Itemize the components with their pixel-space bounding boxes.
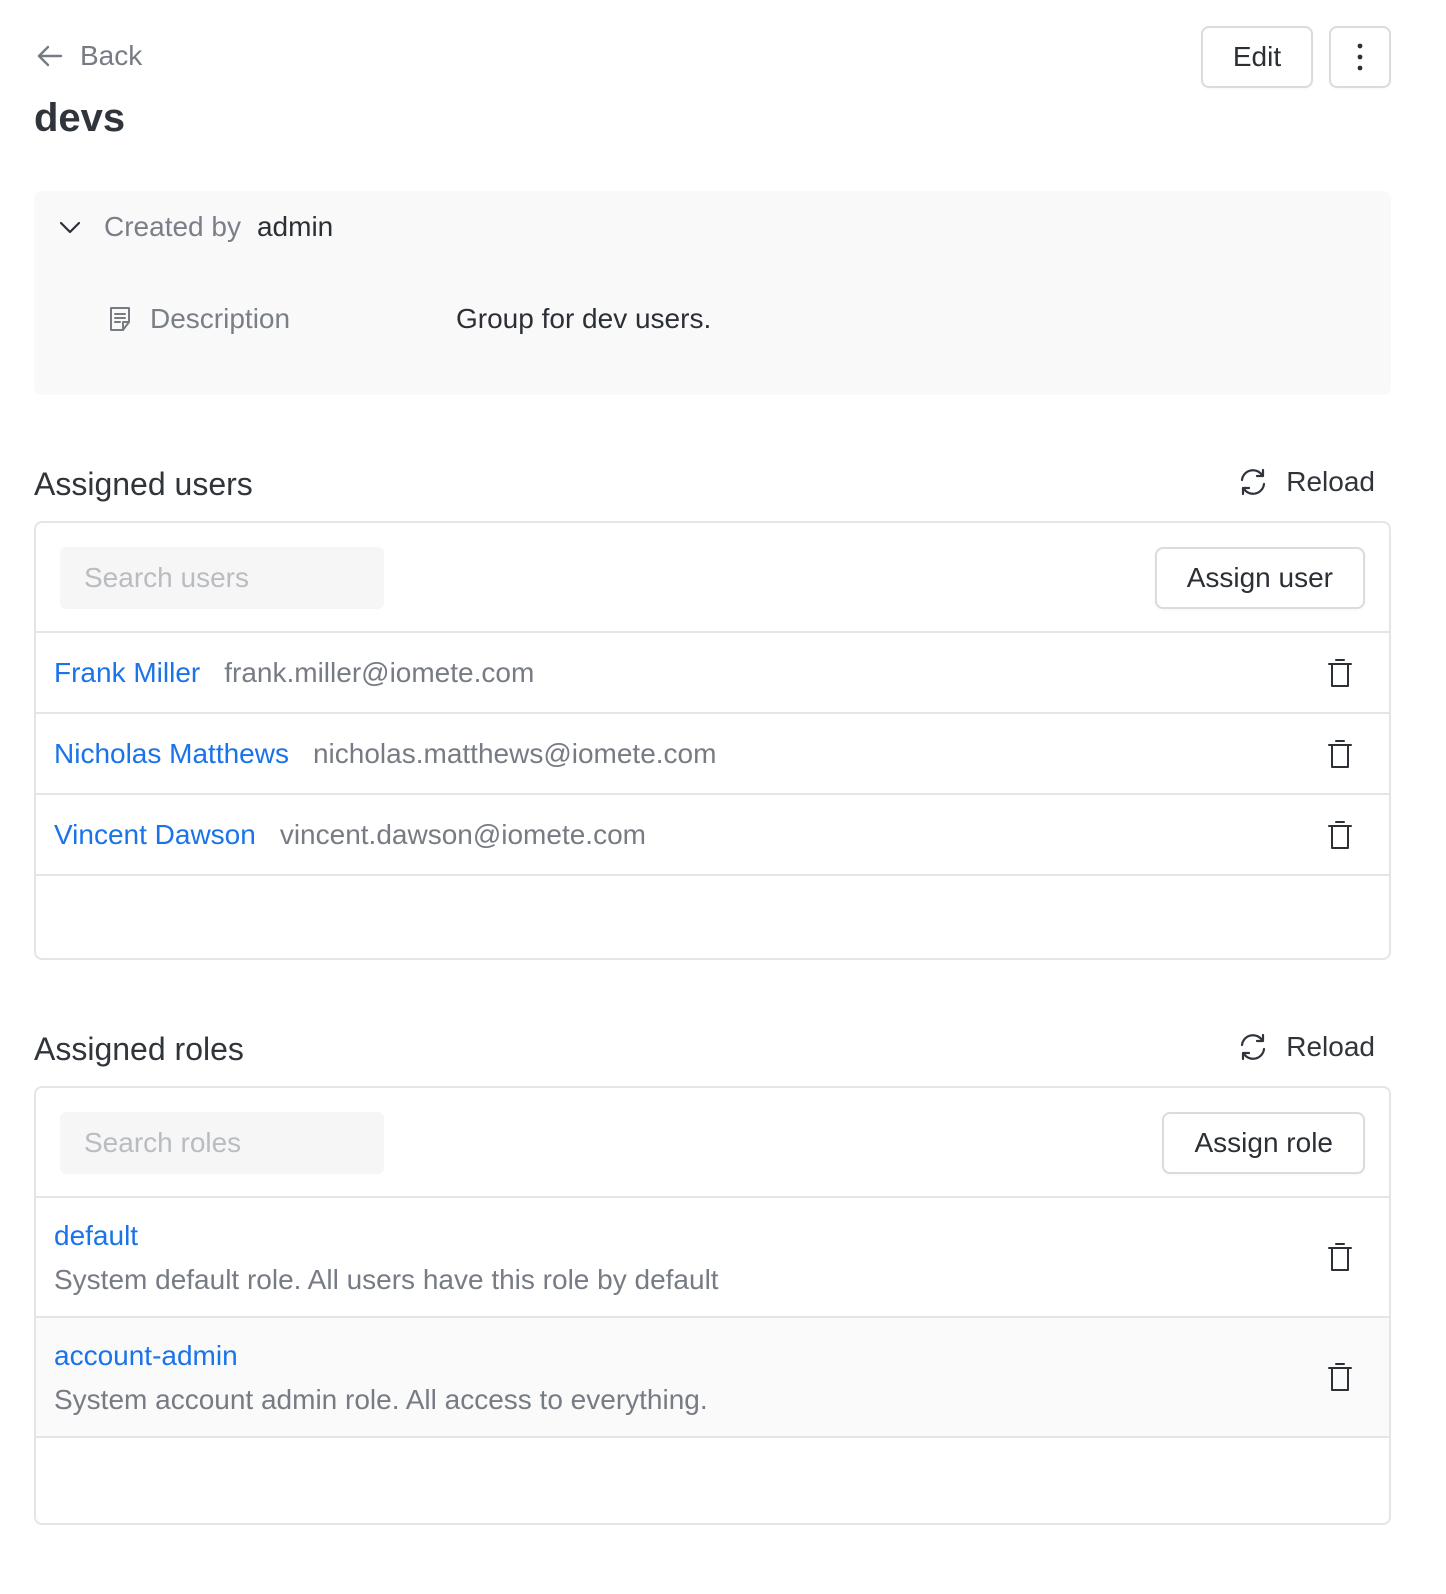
description-label: Description [150,303,291,334]
more-vertical-icon [1357,43,1363,71]
chevron-down-icon[interactable] [56,213,84,241]
role-name-link[interactable]: default [54,1220,138,1252]
created-by-label: Created by [104,211,241,242]
table-row: Vincent Dawson vincent.dawson@iomete.com [36,795,1389,876]
trash-icon[interactable] [1327,820,1353,850]
page-title: devs [34,96,126,140]
user-name-link[interactable]: Vincent Dawson [54,819,256,851]
table-row: Nicholas Matthews nicholas.matthews@iome… [36,714,1389,795]
role-name-link[interactable]: account-admin [54,1340,238,1372]
more-options-button[interactable] [1329,26,1391,88]
user-email: nicholas.matthews@iomete.com [312,737,717,769]
users-card: Assign user Frank Miller frank.miller@io… [34,521,1391,960]
created-by-row: Created by admin [56,211,333,243]
top-actions: Edit [1201,26,1391,88]
user-name-link[interactable]: Frank Miller [54,657,200,689]
roles-card: Assign role default System default role.… [34,1086,1391,1525]
users-section-title: Assigned users [34,466,253,502]
description-value: Group for dev users. [456,303,712,334]
table-row: account-admin System account admin role.… [36,1318,1389,1438]
users-toolbar: Assign user [36,523,1389,633]
roles-reload-label: Reload [1286,1031,1375,1062]
users-list: Frank Miller frank.miller@iomete.com Nic… [36,633,1389,876]
info-panel: Created by admin Description Group for d… [34,191,1391,395]
roles-reload-button[interactable]: Reload [1238,1031,1375,1063]
trash-icon[interactable] [1327,1362,1353,1392]
trash-icon[interactable] [1327,739,1353,769]
created-by-value: admin [256,211,334,242]
roles-toolbar: Assign role [36,1088,1389,1198]
roles-section-title: Assigned roles [34,1031,244,1067]
role-description: System default role. All users have this… [54,1264,719,1295]
assign-user-button[interactable]: Assign user [1154,547,1365,609]
trash-icon[interactable] [1327,1242,1353,1272]
edit-button[interactable]: Edit [1201,26,1313,88]
top-bar: Back Edit [34,26,1391,88]
arrow-left-icon [37,45,63,67]
users-section-header: Assigned users Reload [34,460,1391,508]
table-row: default System default role. All users h… [36,1198,1389,1318]
search-users-input[interactable] [60,547,384,609]
back-label: Back [80,40,143,71]
user-email: frank.miller@iomete.com [224,656,535,688]
back-link[interactable]: Back [34,40,142,72]
document-icon [110,307,130,331]
roles-list: default System default role. All users h… [36,1198,1389,1438]
trash-icon[interactable] [1327,658,1353,688]
description-row: Description Group for dev users. [106,303,711,335]
user-name-link[interactable]: Nicholas Matthews [54,738,289,770]
role-description: System account admin role. All access to… [54,1384,708,1415]
users-reload-button[interactable]: Reload [1238,466,1375,498]
user-email: vincent.dawson@iomete.com [279,818,646,850]
roles-section-header: Assigned roles Reload [34,1025,1391,1073]
search-roles-input[interactable] [60,1112,384,1174]
table-row: Frank Miller frank.miller@iomete.com [36,633,1389,714]
reload-icon [1241,1033,1266,1061]
users-reload-label: Reload [1286,466,1375,497]
assign-role-button[interactable]: Assign role [1162,1112,1365,1174]
reload-icon [1241,468,1266,496]
